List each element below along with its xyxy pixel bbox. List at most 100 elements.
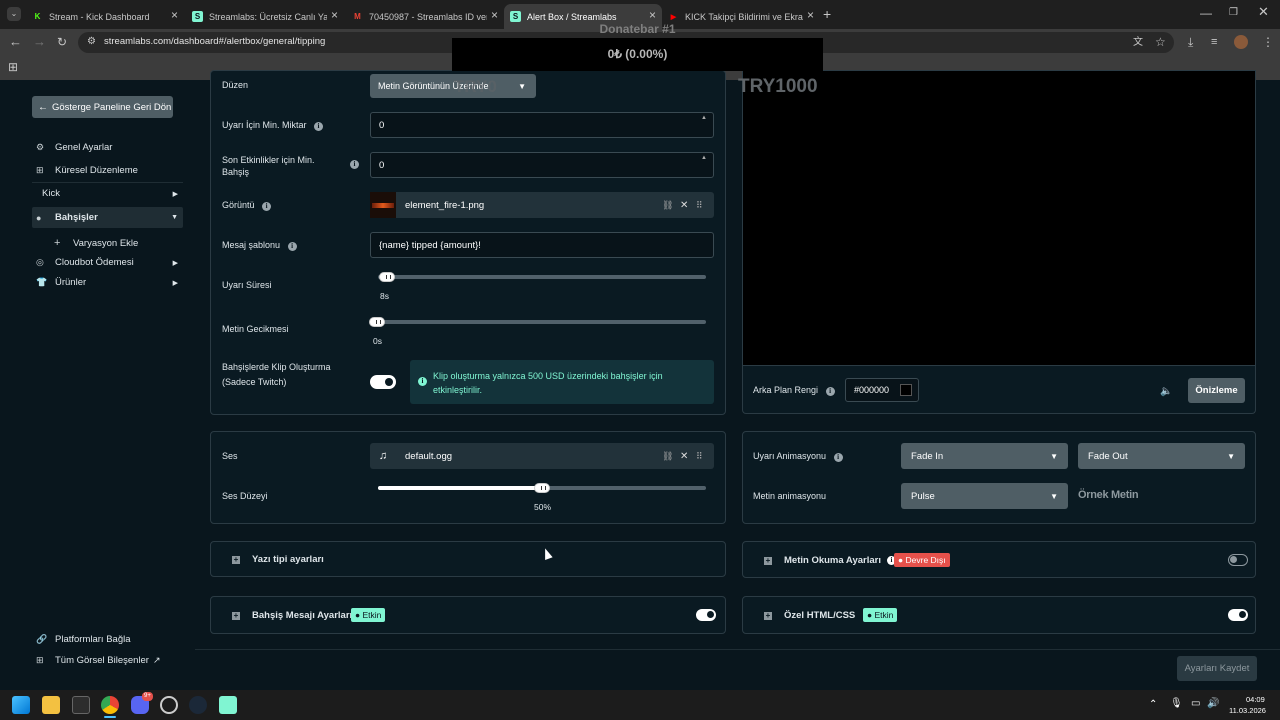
tab-title: Stream - Kick Dashboard — [49, 11, 150, 22]
animation-out-select[interactable]: Fade Out ▼ — [1078, 443, 1245, 469]
custom-html-section[interactable]: + Özel HTML/CSS ● Etkin — [742, 596, 1256, 634]
external-link-icon: ↗ — [152, 655, 161, 665]
sidebar-item-add-variation[interactable]: + Varyasyon Ekle — [54, 237, 138, 249]
animation-out-value: Fade Out — [1088, 450, 1128, 462]
clock-date[interactable]: 11.03.2026 — [1229, 706, 1266, 715]
menu-icon[interactable]: ⋮ — [1262, 35, 1274, 49]
text-animation-select[interactable]: Pulse ▼ — [901, 483, 1068, 509]
save-settings-button[interactable]: Ayarları Kaydet — [1177, 656, 1257, 681]
tab-streamlabs-free[interactable]: S Streamlabs: Ücretsiz Canlı Yayın × — [186, 4, 344, 29]
duration-slider-track[interactable] — [378, 275, 706, 279]
image-thumbnail — [370, 192, 396, 218]
stepper-icon[interactable]: ▲ — [701, 115, 707, 121]
close-icon[interactable]: × — [491, 8, 498, 22]
close-icon[interactable]: × — [649, 8, 656, 22]
sidebar-item-connect-platforms[interactable]: 🔗 Platformları Bağla — [36, 634, 131, 645]
stepper-icon[interactable]: ▲ — [701, 155, 707, 161]
cloudbot-icon: ◎ — [36, 257, 44, 267]
microphone-icon[interactable]: 🎙 — [1170, 697, 1183, 711]
maximize-icon[interactable]: ❐ — [1229, 6, 1238, 20]
network-icon[interactable]: ▭ — [1191, 697, 1200, 711]
reload-icon[interactable]: ↻ — [57, 35, 67, 49]
close-icon[interactable]: ✕ — [680, 200, 688, 211]
recent-min-input[interactable]: 0 ▲ — [370, 152, 714, 178]
clip-toggle[interactable] — [370, 375, 396, 389]
media-icon[interactable]: ≡ — [1211, 35, 1217, 49]
streamlabs-app-icon[interactable] — [219, 696, 237, 714]
plus-icon: + — [232, 554, 240, 564]
speaker-icon[interactable]: 🔈 — [1160, 385, 1172, 399]
image-file-field[interactable]: element_fire-1.png ⛓ ✕ ⠿ — [370, 192, 714, 218]
gallery-icon[interactable]: ⠿ — [696, 451, 703, 462]
badge-text: Etkin — [874, 610, 894, 620]
apps-grid-icon[interactable]: ⊞ — [8, 60, 18, 74]
message-template-input[interactable]: {name} tipped {amount}! — [370, 232, 714, 258]
info-icon: i — [418, 377, 427, 386]
link-icon[interactable]: ⛓ — [662, 200, 673, 211]
close-icon[interactable]: × — [807, 8, 814, 22]
close-icon[interactable]: × — [171, 8, 178, 22]
tts-toggle[interactable] — [1228, 554, 1248, 566]
tts-section[interactable]: + Metin Okuma Ayarları i ● Devre Dışı — [742, 541, 1256, 578]
preview-button[interactable]: Önizleme — [1188, 378, 1245, 403]
sidebar-item-products[interactable]: 👕 Ürünler ▶ — [36, 277, 178, 288]
info-icon: i — [350, 160, 359, 169]
tab-search-icon[interactable]: ⌄ — [7, 7, 21, 21]
animation-in-select[interactable]: Fade In ▼ — [901, 443, 1068, 469]
back-button-label: Gösterge Paneline Geri Dön — [52, 101, 172, 113]
custom-html-toggle[interactable] — [1228, 609, 1248, 621]
sidebar-item-general[interactable]: ⚙ Genel Ayarlar — [36, 142, 112, 153]
clock-time[interactable]: 04:09 — [1246, 695, 1265, 704]
chevron-down-icon: ▼ — [1050, 491, 1058, 501]
chrome-icon[interactable] — [101, 696, 119, 714]
volume-icon[interactable]: 🔊 — [1207, 697, 1219, 711]
new-tab-icon[interactable]: + — [823, 7, 831, 21]
back-icon[interactable]: ← — [9, 35, 22, 49]
font-settings-section[interactable]: + Yazı tipi ayarları — [210, 541, 726, 577]
window-close-icon[interactable]: ✕ — [1258, 5, 1269, 19]
sidebar-item-global-edit[interactable]: ⊞ Küresel Düzenleme — [36, 165, 138, 176]
back-to-dashboard-button[interactable]: ← Gösterge Paneline Geri Dön — [32, 96, 173, 118]
bookmark-star-icon[interactable]: ☆ — [1155, 35, 1166, 49]
close-icon[interactable]: ✕ — [680, 451, 688, 462]
windows-start-icon[interactable] — [12, 696, 30, 714]
tab-kick-dashboard[interactable]: K Stream - Kick Dashboard × — [26, 4, 184, 29]
app-icon[interactable] — [160, 696, 178, 714]
sidebar-item-cloudbot[interactable]: ◎ Cloudbot Ödemesi ▶ — [36, 257, 178, 268]
tip-message-section[interactable]: + Bahşiş Mesajı Ayarları ● Etkin — [210, 596, 726, 634]
message-template-value: {name} tipped {amount}! — [379, 239, 481, 251]
min-amount-input[interactable]: 0 ▲ — [370, 112, 714, 138]
site-info-icon[interactable]: ⚙ — [87, 35, 96, 49]
sidebar-item-all-widgets[interactable]: ⊞ Tüm Görsel Bileşenler ↗ — [36, 655, 161, 666]
forward-icon[interactable]: → — [33, 35, 46, 49]
download-icon[interactable]: ⤓ — [1188, 35, 1193, 49]
layout-select[interactable]: Metin Görüntünün Üzerinde ▼ — [370, 74, 536, 98]
volume-slider-handle[interactable] — [534, 483, 550, 493]
sidebar-item-label: Tüm Görsel Bileşenler — [55, 655, 149, 666]
profile-avatar[interactable] — [1234, 35, 1248, 49]
tip-message-toggle[interactable] — [696, 609, 716, 621]
file-explorer-icon[interactable] — [42, 696, 60, 714]
volume-label: Ses Düzeyi — [222, 491, 268, 501]
sidebar-item-tips[interactable]: ● Bahşişler ▼ — [36, 212, 178, 223]
gallery-icon[interactable]: ⠿ — [696, 200, 703, 211]
custom-html-title: Özel HTML/CSS — [784, 610, 856, 621]
minimize-icon[interactable]: — — [1200, 6, 1212, 20]
text-delay-slider-handle[interactable] — [369, 317, 385, 327]
sound-file-field[interactable]: ♫ default.ogg ⛓ ✕ ⠿ — [370, 443, 714, 469]
sidebar-item-kick[interactable]: Kick ▶ — [42, 188, 178, 199]
bg-color-input[interactable]: #000000 — [845, 378, 919, 402]
translate-icon[interactable]: 文 — [1133, 36, 1143, 50]
steam-icon[interactable] — [189, 696, 207, 714]
duration-slider-handle[interactable] — [378, 272, 395, 282]
info-icon: i — [825, 387, 835, 396]
clip-info-line1: Klip oluşturma yalnızca 500 USD üzerinde… — [433, 371, 663, 381]
alert-animation-label-text: Uyarı Animasyonu — [753, 451, 827, 461]
color-swatch[interactable] — [900, 384, 912, 396]
close-icon[interactable]: × — [331, 8, 338, 22]
text-animation-value: Pulse — [911, 490, 935, 502]
chevron-up-icon[interactable]: ⌃ — [1149, 698, 1157, 712]
link-icon[interactable]: ⛓ — [662, 451, 673, 462]
store-icon[interactable] — [72, 696, 90, 714]
text-delay-slider-track[interactable] — [371, 320, 706, 324]
